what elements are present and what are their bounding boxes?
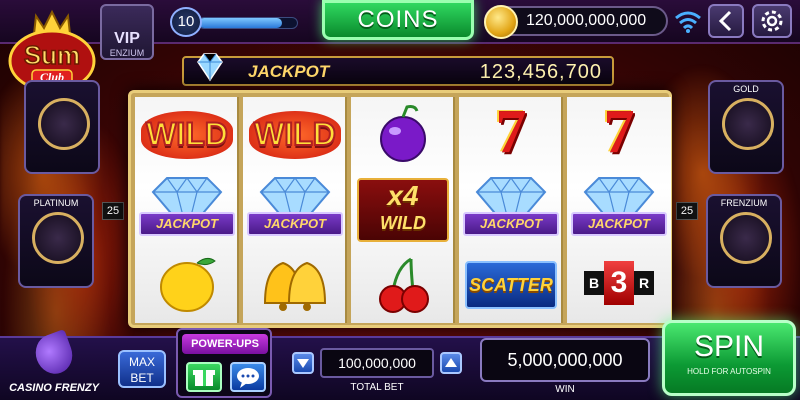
seven-symbol: 7 — [603, 98, 635, 166]
reel-cell — [135, 247, 239, 322]
reel-cell — [351, 247, 455, 322]
reel-cell: SCATTER — [459, 247, 563, 322]
reel-4: 7 JACKPOT SCATTER — [459, 97, 563, 323]
svg-text:Sum: Sum — [24, 40, 80, 70]
reel-cell: JACKPOT — [135, 172, 239, 247]
reel-1: WILD JACKPOT — [135, 97, 239, 323]
wifi-icon — [675, 11, 701, 33]
max-bet-button[interactable]: MAX BET — [118, 350, 166, 388]
settings-button[interactable] — [752, 4, 792, 38]
reel-3: x4 WILD — [351, 97, 455, 323]
cherry-icon — [379, 257, 429, 313]
chat-button[interactable] — [230, 362, 266, 392]
reel-cell — [243, 247, 347, 322]
casino-frenzy-label: CASINO FRENZY — [9, 382, 99, 394]
reel-cell: 7 — [459, 97, 563, 172]
reel-5: 7 JACKPOT B3R — [567, 97, 671, 323]
level-progress-bar — [198, 17, 298, 29]
jackpot-bar: JACKPOT 123,456,700 — [182, 53, 614, 86]
reel-cell: B3R — [567, 247, 671, 322]
casino-frenzy-logo[interactable]: CASINO FRENZY — [6, 329, 102, 396]
reel-cell — [351, 97, 455, 172]
bet-increase-button[interactable] — [440, 352, 462, 374]
seven-symbol: 7 — [495, 98, 527, 166]
powerups-title: POWER-UPS — [182, 334, 268, 354]
jackpot-ribbon: JACKPOT — [463, 212, 559, 236]
win-value: 5,000,000,000 — [480, 338, 650, 382]
spin-label: SPIN — [693, 330, 765, 363]
mascot-portrait-icon — [38, 98, 90, 150]
gear-icon — [761, 10, 783, 32]
b3r-left: B — [584, 271, 604, 295]
frenzium-label: FRENZIUM — [720, 198, 768, 208]
platinum-label: PLATINUM — [33, 198, 79, 208]
side-jackpot-frenzium[interactable]: FRENZIUM — [706, 194, 782, 288]
wing-icon — [30, 329, 78, 379]
lemon-icon — [160, 257, 216, 312]
gift-button[interactable] — [186, 362, 222, 392]
win-label: WIN — [555, 384, 575, 395]
powerups-panel: POWER-UPS — [176, 328, 272, 398]
triangle-down-icon — [297, 359, 309, 368]
wild-symbol: WILD — [141, 111, 233, 159]
total-bet-value: 100,000,000 — [320, 348, 434, 378]
side-jackpot-platinum[interactable]: PLATINUM — [18, 194, 94, 288]
spin-sub-label: HOLD FOR AUTOSPIN — [687, 367, 771, 376]
mascot-portrait-icon — [32, 212, 84, 264]
vip-label: VIP — [114, 30, 140, 47]
level-progress-fill — [199, 18, 283, 28]
coin-balance-value: 120,000,000,000 — [526, 12, 647, 29]
side-jackpot-top-left[interactable] — [24, 80, 100, 174]
gift-icon — [193, 370, 215, 386]
reel-cell: x4 WILD — [351, 172, 455, 247]
mascot-portrait-icon — [720, 212, 772, 264]
reel-cell: JACKPOT — [243, 172, 347, 247]
x4-wild-label: WILD — [380, 213, 426, 233]
x4-multiplier: x4 — [387, 180, 419, 211]
b3r-right: R — [634, 271, 654, 295]
vip-badge[interactable]: VIP ENZIUM — [100, 4, 154, 60]
gold-label: GOLD — [733, 84, 759, 94]
level-badge: 10 — [170, 7, 202, 37]
coins-button[interactable]: COINS — [322, 0, 474, 40]
bet-decrease-button[interactable] — [292, 352, 314, 374]
jackpot-ribbon: JACKPOT — [571, 212, 667, 236]
bell-icon — [263, 261, 327, 311]
left-line-count: 25 — [102, 202, 124, 220]
reel-2: WILD JACKPOT — [243, 97, 347, 323]
total-bet-label: TOTAL BET — [350, 382, 404, 393]
reel-cell: JACKPOT — [567, 172, 671, 247]
reel-cell: JACKPOT — [459, 172, 563, 247]
max-bet-line2: BET — [130, 371, 154, 385]
spin-button[interactable]: SPIN HOLD FOR AUTOSPIN — [662, 320, 796, 396]
right-line-count: 25 — [676, 202, 698, 220]
jackpot-value: 123,456,700 — [479, 61, 602, 83]
b3r-symbol: B3R — [577, 261, 661, 305]
level-indicator: 10 — [170, 7, 300, 37]
triangle-up-icon — [445, 358, 457, 367]
side-jackpot-gold[interactable]: GOLD — [708, 80, 784, 174]
jackpot-label: JACKPOT — [248, 62, 330, 81]
reel-cell: 7 — [567, 97, 671, 172]
mascot-portrait-icon — [722, 98, 774, 150]
b3r-mid: 3 — [604, 261, 634, 305]
max-bet-line1: MAX — [128, 355, 155, 369]
diamond-icon — [197, 53, 223, 82]
chat-icon — [237, 368, 259, 388]
vip-sub-label: ENZIUM — [109, 48, 145, 58]
coin-balance: 120,000,000,000 — [484, 5, 668, 39]
wild-symbol: WILD — [249, 111, 341, 159]
x4-wild-symbol: x4 WILD — [357, 178, 449, 242]
jackpot-ribbon: JACKPOT — [139, 212, 235, 236]
back-button[interactable] — [708, 4, 744, 38]
reels-frame: WILD JACKPOT WILD JACKPOT x4 WILD 7 JACK… — [128, 90, 672, 328]
scatter-symbol: SCATTER — [465, 261, 557, 309]
chevron-left-icon — [718, 10, 732, 32]
jackpot-ribbon: JACKPOT — [247, 212, 343, 236]
plum-icon — [380, 105, 426, 162]
reel-cell: WILD — [243, 97, 347, 172]
coin-icon — [484, 5, 518, 39]
reel-cell: WILD — [135, 97, 239, 172]
